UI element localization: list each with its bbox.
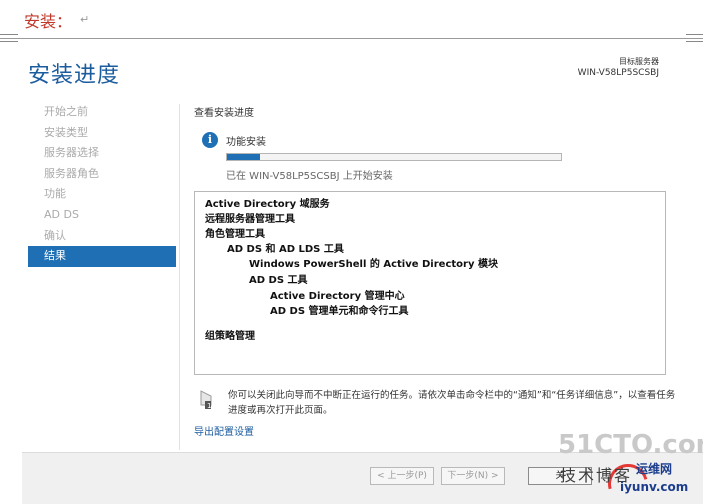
nav-item-installation-type[interactable]: 安装类型 [28, 123, 176, 144]
result-item: Active Directory 域服务 [205, 199, 330, 210]
nav-divider [179, 104, 180, 450]
install-progress-bar [226, 153, 562, 161]
result-item: Windows PowerShell 的 Active Directory 模块 [249, 259, 498, 270]
document-header: 安装： ↵ [0, 0, 703, 36]
result-item: AD DS 管理单元和命令行工具 [270, 306, 409, 317]
nav-item-ad-ds[interactable]: AD DS [28, 205, 176, 226]
previous-button[interactable]: < 上一步(P) [370, 467, 434, 485]
wizard-title: 安装进度 [28, 63, 121, 88]
nav-item-server-selection[interactable]: 服务器选择 [28, 143, 176, 164]
export-configuration-link[interactable]: 导出配置设置 [194, 423, 254, 438]
wizard-nav: 开始之前 安装类型 服务器选择 服务器角色 功能 AD DS 确认 结果 [28, 102, 176, 267]
left-margin-mark [0, 32, 18, 44]
result-item: 远程服务器管理工具 [205, 214, 295, 225]
installation-results-list[interactable]: Active Directory 域服务 远程服务器管理工具 角色管理工具 AD DS… [194, 191, 666, 375]
paragraph-mark-icon: ↵ [80, 13, 90, 26]
target-server-name: WIN-V58LP5SCSBJ [577, 68, 659, 78]
content-heading: 查看安装进度 [194, 108, 254, 119]
screenshot-root: 安装： ↵ 安装进度 目标服务器 WIN-V58LP5SCSBJ 开始之前 安装… [0, 0, 703, 504]
feature-install-label: 功能安装 [226, 137, 266, 148]
nav-item-confirmation[interactable]: 确认 [28, 226, 176, 247]
svg-text:1: 1 [207, 402, 211, 410]
result-item: 角色管理工具 [205, 229, 265, 240]
wizard-footer: < 上一步(P) 下一步(N) > 关 [22, 452, 703, 504]
nav-item-before-you-begin[interactable]: 开始之前 [28, 102, 176, 123]
result-item: AD DS 工具 [249, 275, 308, 286]
document-rule [0, 38, 703, 39]
progress-status-text: 已在 WIN-V58LP5SCSBJ 上开始安装 [226, 171, 393, 182]
result-item: 组策略管理 [205, 331, 255, 342]
nav-item-results[interactable]: 结果 [28, 246, 176, 267]
close-button[interactable]: 关 [528, 467, 592, 485]
install-progress-fill [227, 154, 261, 160]
document-heading: 安装： [24, 12, 73, 31]
nav-item-server-roles[interactable]: 服务器角色 [28, 164, 176, 185]
install-wizard: 安装进度 目标服务器 WIN-V58LP5SCSBJ 开始之前 安装类型 服务器… [22, 48, 703, 504]
right-margin-mark [686, 32, 703, 44]
result-item: Active Directory 管理中心 [270, 291, 405, 302]
notification-flag-icon: 1 [198, 390, 214, 410]
nav-item-features[interactable]: 功能 [28, 184, 176, 205]
close-wizard-note: 你可以关闭此向导而不中断正在运行的任务。请依次单击命令栏中的“通知”和“任务详细… [228, 390, 676, 416]
result-item: AD DS 和 AD LDS 工具 [227, 244, 344, 255]
next-button[interactable]: 下一步(N) > [441, 467, 505, 485]
target-server-label: 目标服务器 [619, 57, 659, 66]
info-icon: i [202, 132, 218, 148]
